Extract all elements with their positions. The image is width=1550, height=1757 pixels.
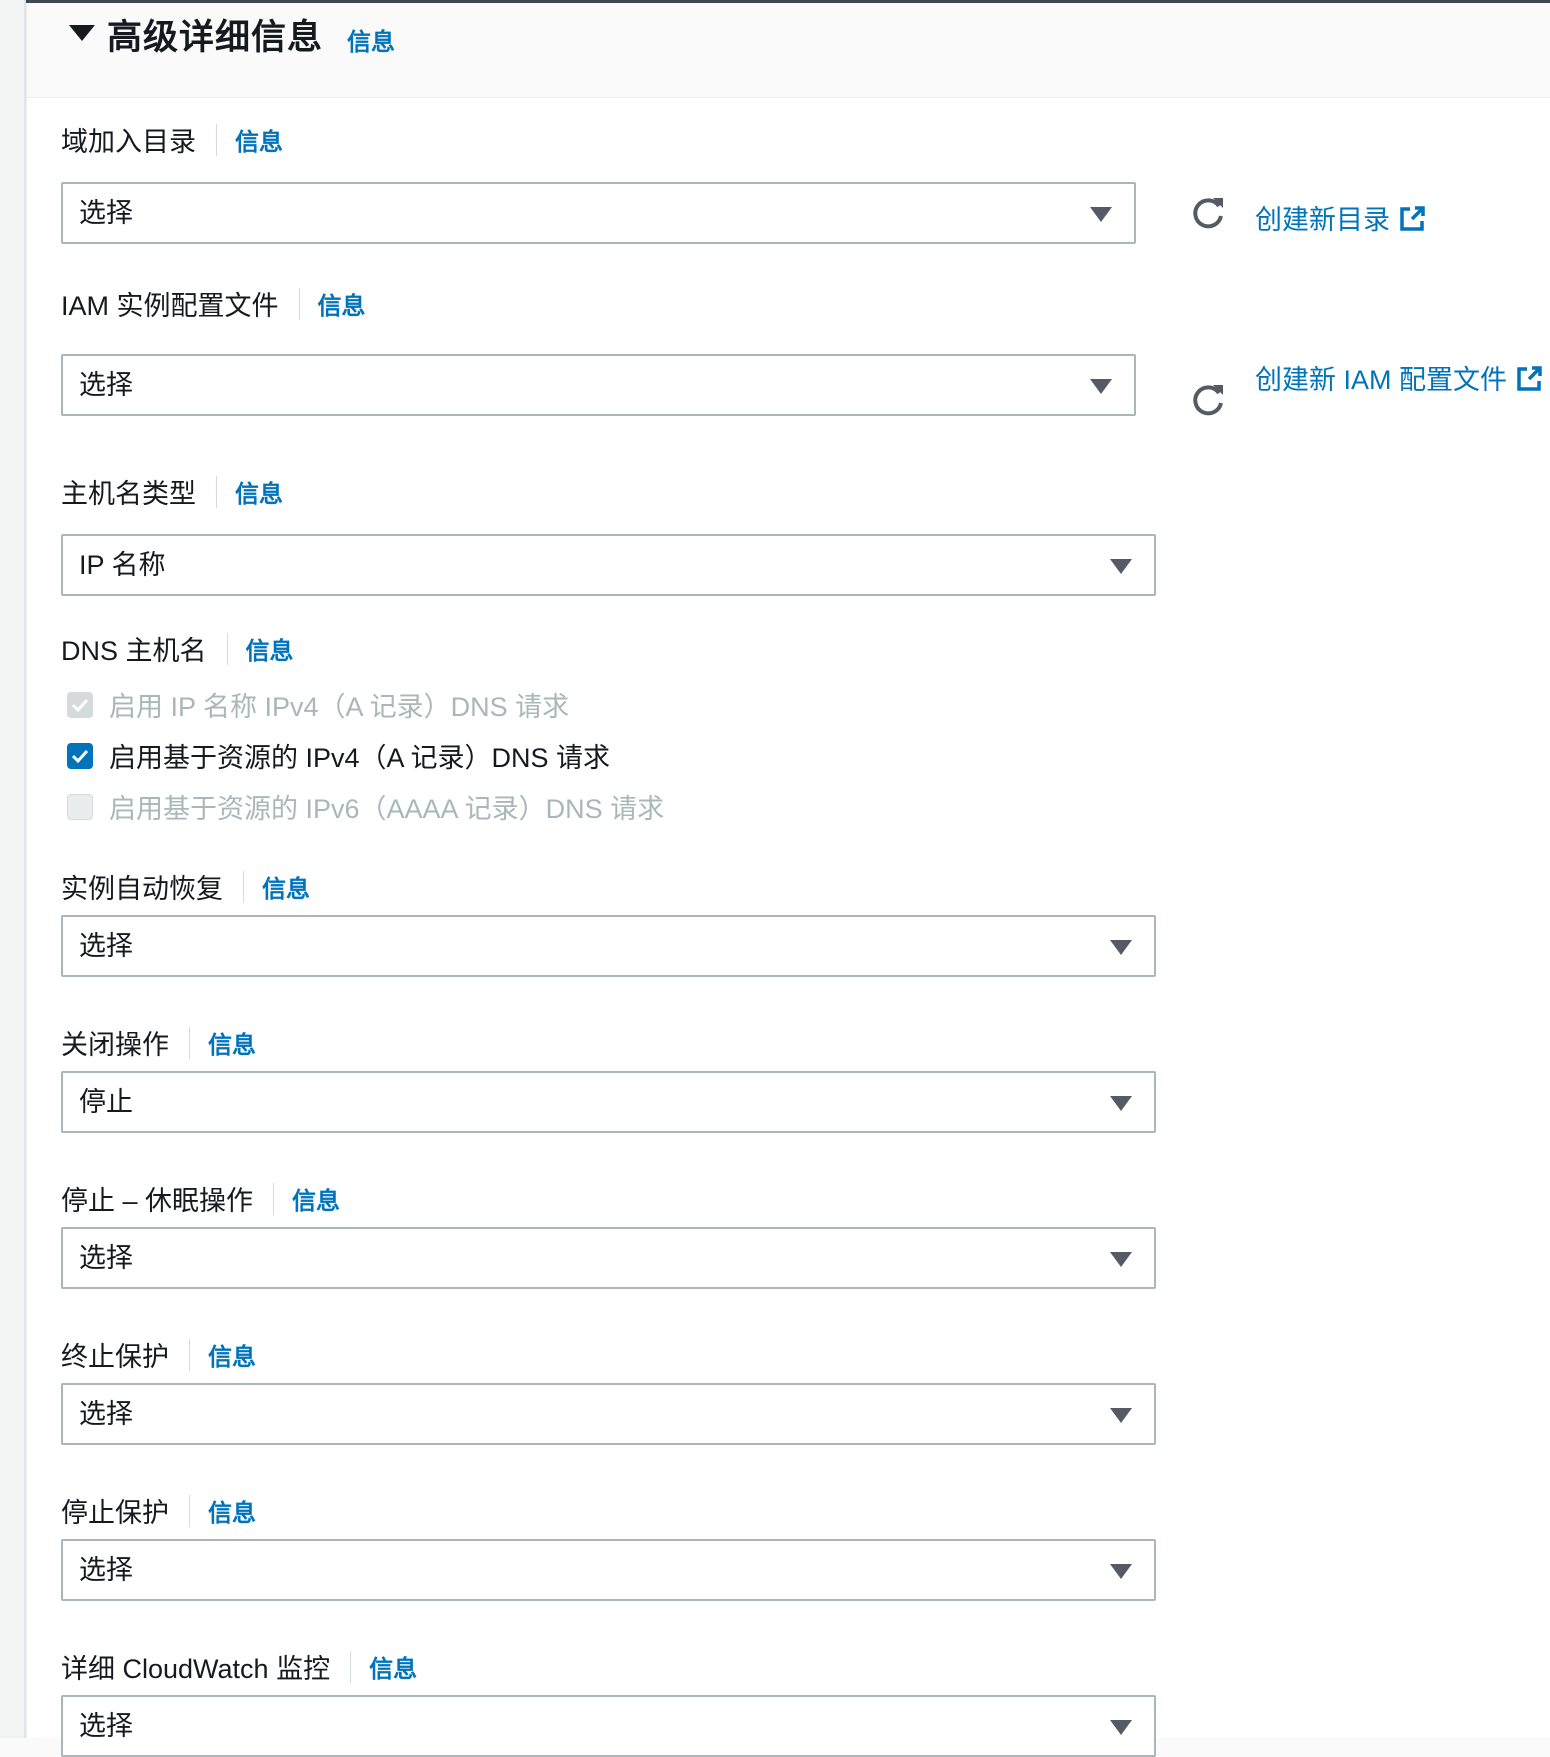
shutdown-behavior-label-row: 关闭操作 信息 <box>61 1023 256 1062</box>
external-link-icon <box>1516 366 1542 391</box>
dns-hostname-label: DNS 主机名 <box>61 636 207 666</box>
domain-join-value: 选择 <box>79 198 133 228</box>
dns-hostname-label-row: DNS 主机名 信息 <box>61 629 294 668</box>
label-divider <box>189 1494 190 1527</box>
dropdown-arrow-icon <box>1110 1564 1132 1579</box>
termination-protection-info-link[interactable]: 信息 <box>208 1337 256 1372</box>
external-link-icon <box>1399 206 1425 231</box>
shutdown-behavior-value: 停止 <box>79 1087 133 1117</box>
refresh-icon[interactable] <box>1189 381 1227 419</box>
dropdown-arrow-icon <box>1110 1096 1132 1111</box>
dropdown-arrow-icon <box>1090 379 1112 394</box>
label-divider <box>189 1026 190 1059</box>
dropdown-arrow-icon <box>1110 1720 1132 1735</box>
dropdown-arrow-icon <box>1110 940 1132 955</box>
auto-recovery-label-row: 实例自动恢复 信息 <box>61 867 310 906</box>
section-header[interactable]: 高级详细信息 信息 <box>27 3 1550 98</box>
refresh-icon[interactable] <box>1189 194 1227 232</box>
dns-ipv4-resource-checkbox-row[interactable]: 启用基于资源的 IPv4（A 记录）DNS 请求 <box>67 736 610 775</box>
iam-profile-info-link[interactable]: 信息 <box>318 286 366 321</box>
stop-hibernate-label: 停止 – 休眠操作 <box>61 1186 254 1216</box>
dns-ipv4-resource-checkbox[interactable] <box>67 742 93 769</box>
advanced-details-panel: 高级详细信息 信息 域加入目录 信息 选择 创建新目录 IAM 实例配置文件 信… <box>26 3 1550 1757</box>
dns-ipv4-ip-name-label: 启用 IP 名称 IPv4（A 记录）DNS 请求 <box>109 692 570 722</box>
create-directory-link[interactable]: 创建新目录 <box>1255 198 1426 237</box>
hostname-type-label: 主机名类型 <box>61 479 196 509</box>
hostname-type-select[interactable]: IP 名称 <box>61 534 1156 596</box>
stop-protection-value: 选择 <box>79 1555 133 1585</box>
iam-profile-select[interactable]: 选择 <box>61 354 1136 416</box>
domain-join-info-link[interactable]: 信息 <box>235 122 283 157</box>
hostname-type-label-row: 主机名类型 信息 <box>61 472 283 511</box>
stop-hibernate-select[interactable]: 选择 <box>61 1227 1156 1289</box>
label-divider <box>243 870 244 903</box>
dns-ipv6-resource-checkbox-row: 启用基于资源的 IPv6（AAAA 记录）DNS 请求 <box>67 787 664 826</box>
label-divider <box>273 1182 275 1215</box>
dropdown-arrow-icon <box>1110 1408 1132 1423</box>
label-divider <box>298 287 300 320</box>
create-directory-label: 创建新目录 <box>1255 205 1390 235</box>
shutdown-behavior-label: 关闭操作 <box>61 1030 169 1060</box>
create-iam-profile-label: 创建新 IAM 配置文件 <box>1255 365 1508 395</box>
dns-ipv4-resource-label[interactable]: 启用基于资源的 IPv4（A 记录）DNS 请求 <box>109 736 610 775</box>
shutdown-behavior-info-link[interactable]: 信息 <box>208 1025 256 1060</box>
section-title: 高级详细信息 <box>107 18 324 57</box>
dns-ipv4-ip-name-checkbox <box>67 691 93 718</box>
cloudwatch-value: 选择 <box>79 1711 133 1741</box>
checkmark-icon <box>71 698 89 712</box>
stop-protection-label-row: 停止保护 信息 <box>61 1491 256 1530</box>
create-iam-profile-link[interactable]: 创建新 IAM 配置文件 <box>1255 359 1545 402</box>
hostname-type-value: IP 名称 <box>79 550 166 580</box>
checkmark-icon <box>71 749 89 763</box>
termination-protection-value: 选择 <box>79 1399 133 1429</box>
termination-protection-label: 终止保护 <box>61 1342 169 1372</box>
dns-ipv4-ip-name-checkbox-row: 启用 IP 名称 IPv4（A 记录）DNS 请求 <box>67 685 569 724</box>
dropdown-arrow-icon <box>1110 1252 1132 1267</box>
domain-join-label: 域加入目录 <box>61 127 196 157</box>
label-divider <box>216 123 217 156</box>
iam-profile-label: IAM 实例配置文件 <box>61 291 279 321</box>
cloudwatch-info-link[interactable]: 信息 <box>369 1649 417 1684</box>
domain-join-select[interactable]: 选择 <box>61 182 1136 244</box>
termination-protection-label-row: 终止保护 信息 <box>61 1335 256 1374</box>
domain-join-label-row: 域加入目录 信息 <box>61 120 283 159</box>
caret-down-icon[interactable] <box>67 23 97 43</box>
auto-recovery-info-link[interactable]: 信息 <box>262 869 310 904</box>
label-divider <box>216 475 217 508</box>
left-rail <box>0 0 26 1738</box>
header-info-link[interactable]: 信息 <box>347 22 395 57</box>
termination-protection-select[interactable]: 选择 <box>61 1383 1156 1445</box>
label-divider <box>350 1650 352 1683</box>
cloudwatch-label: 详细 CloudWatch 监控 <box>61 1654 331 1684</box>
label-divider <box>226 632 228 665</box>
hostname-type-info-link[interactable]: 信息 <box>235 474 283 509</box>
label-divider <box>189 1338 190 1371</box>
dns-hostname-info-link[interactable]: 信息 <box>246 631 294 666</box>
stop-hibernate-value: 选择 <box>79 1243 133 1273</box>
auto-recovery-label: 实例自动恢复 <box>61 874 223 904</box>
cloudwatch-select[interactable]: 选择 <box>61 1695 1156 1757</box>
dropdown-arrow-icon <box>1110 559 1132 574</box>
auto-recovery-value: 选择 <box>79 931 133 961</box>
iam-profile-value: 选择 <box>79 370 133 400</box>
cloudwatch-label-row: 详细 CloudWatch 监控 信息 <box>61 1647 417 1686</box>
stop-protection-label: 停止保护 <box>61 1498 169 1528</box>
dns-ipv6-resource-label: 启用基于资源的 IPv6（AAAA 记录）DNS 请求 <box>109 794 665 824</box>
dns-ipv6-resource-checkbox <box>67 793 93 820</box>
iam-profile-label-row: IAM 实例配置文件 信息 <box>61 284 366 323</box>
stop-protection-info-link[interactable]: 信息 <box>208 1493 256 1528</box>
stop-hibernate-label-row: 停止 – 休眠操作 信息 <box>61 1179 340 1218</box>
stop-hibernate-info-link[interactable]: 信息 <box>292 1181 340 1216</box>
stop-protection-select[interactable]: 选择 <box>61 1539 1156 1601</box>
dropdown-arrow-icon <box>1090 207 1112 222</box>
shutdown-behavior-select[interactable]: 停止 <box>61 1071 1156 1133</box>
auto-recovery-select[interactable]: 选择 <box>61 915 1156 977</box>
